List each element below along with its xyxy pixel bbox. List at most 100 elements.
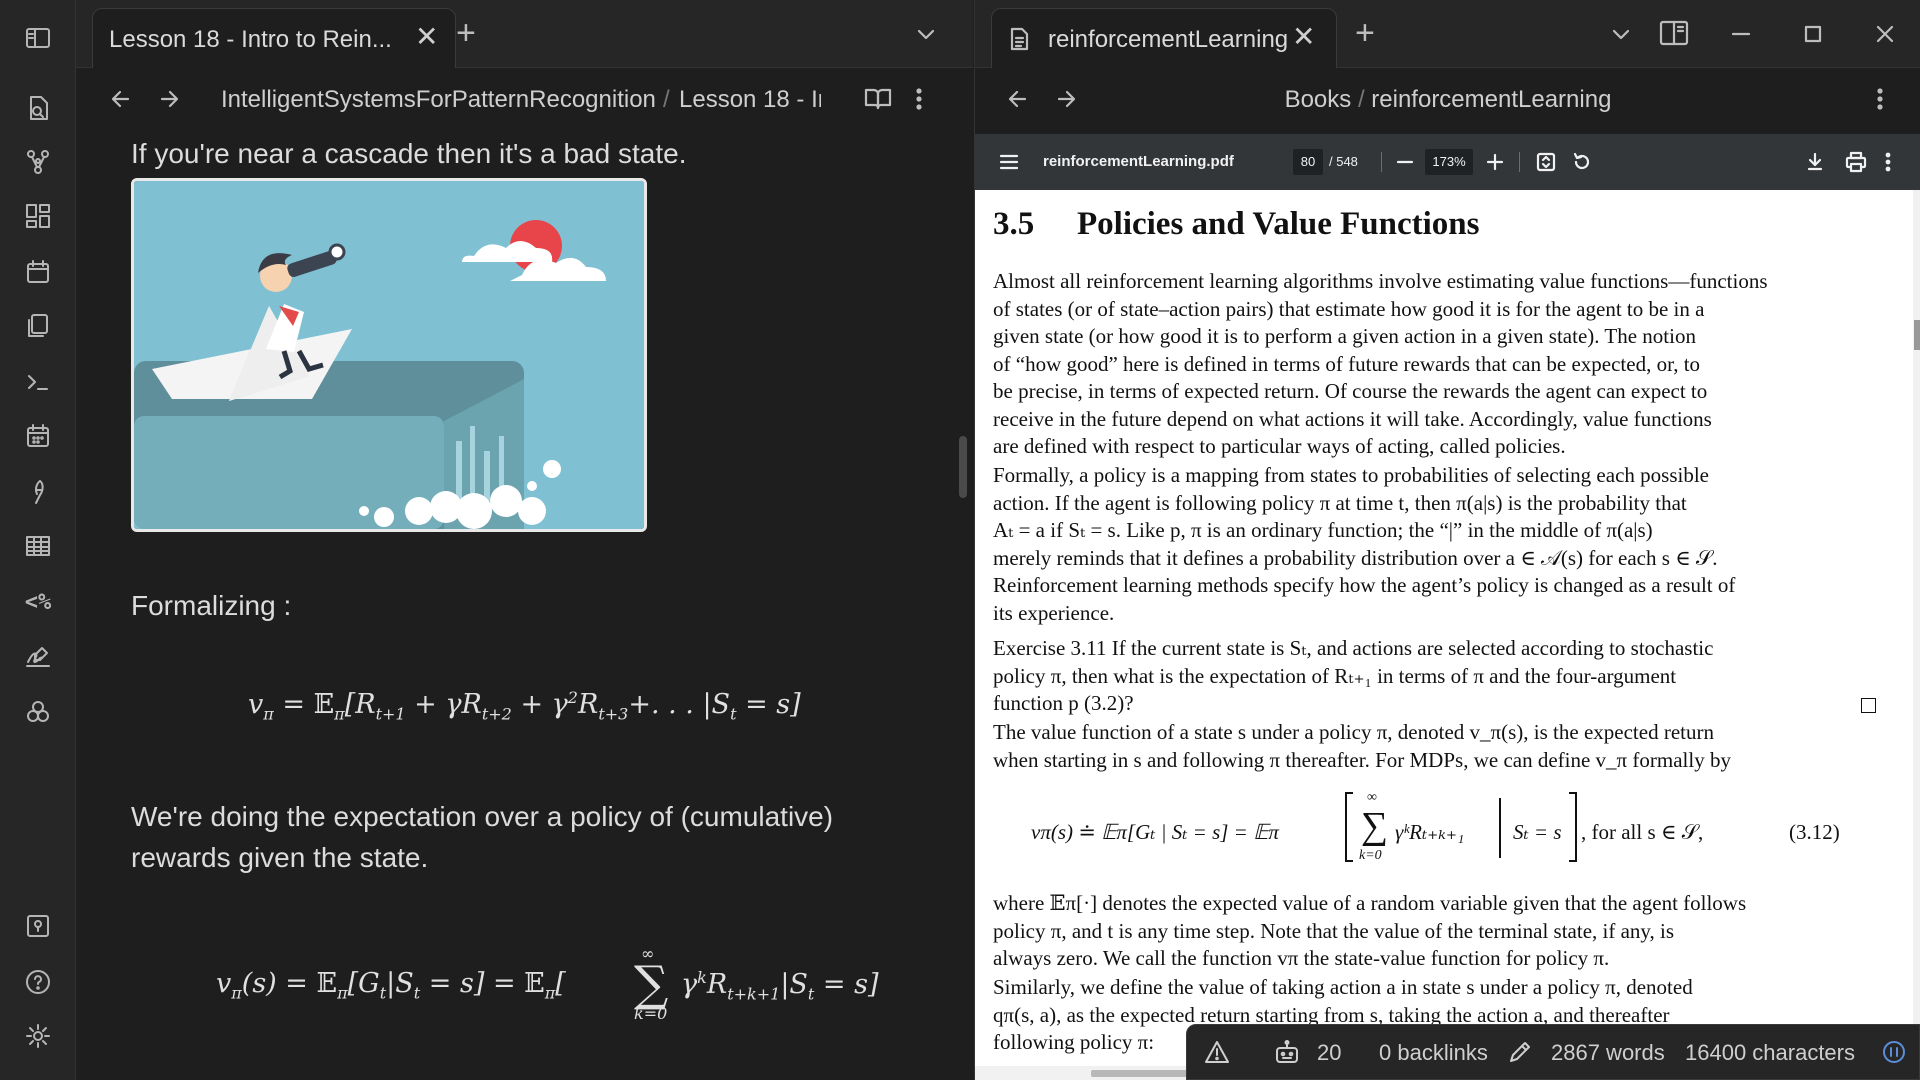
page-line: action. If the agent is following policy… xyxy=(993,490,1687,515)
pencil-icon[interactable] xyxy=(1507,1039,1533,1070)
sum-body: γᵏRₜ₊ₖ₊₁ xyxy=(1395,820,1465,844)
section-number: 3.5 xyxy=(993,206,1035,242)
page-line: given state (or how good it is to perfor… xyxy=(993,324,1696,348)
page-line: Almost all reinforcement learning algori… xyxy=(993,269,1768,293)
page-total: / 548 xyxy=(1329,154,1358,169)
pause-sync-icon[interactable] xyxy=(1881,1039,1907,1070)
tab-title: Lesson 18 - Intro to Rein... xyxy=(109,26,392,53)
more-options-icon[interactable] xyxy=(914,86,924,112)
heading-formalizing: Formalizing : xyxy=(131,590,292,621)
equation-lhs: vπ(s) ≐ 𝔼π[Gₜ | Sₜ = s] = 𝔼π xyxy=(1031,820,1279,844)
template-label: <% xyxy=(24,589,52,615)
breadcrumb-current[interactable]: Lesson 18 - Int xyxy=(679,86,821,114)
page-line: be precise, in terms of expected return.… xyxy=(993,379,1708,403)
sum-upper: ∞ xyxy=(1367,790,1377,805)
breadcrumb-parent[interactable]: IntelligentSystemsForPatternRecognition xyxy=(221,86,656,114)
chevron-down-icon[interactable] xyxy=(1609,22,1633,51)
print-icon[interactable] xyxy=(1845,151,1867,173)
table-icon[interactable] xyxy=(22,530,54,562)
download-icon[interactable] xyxy=(1805,151,1825,173)
calendar-icon[interactable] xyxy=(22,256,54,288)
value-line: The value function of a state s under a … xyxy=(993,720,1714,744)
after-line: always zero. We call the function vπ the… xyxy=(993,946,1610,970)
left-nav-bar: IntelligentSystemsForPatternRecognition … xyxy=(76,68,973,132)
toolbar-divider xyxy=(1381,152,1382,172)
reading-view-book-icon[interactable] xyxy=(864,86,892,112)
formula-value-policy: vπ = 𝔼π[Rt+1 + γRt+2 + γ2Rt+3+. . . |St … xyxy=(248,688,801,724)
settings-icon[interactable] xyxy=(22,1020,54,1052)
page-line: receive in the future depend on what act… xyxy=(993,406,1712,431)
backlinks-count[interactable]: 0 backlinks xyxy=(1379,1040,1488,1066)
canvas-icon[interactable] xyxy=(22,200,54,232)
daily-notes-icon[interactable] xyxy=(22,420,54,452)
conditional-bar xyxy=(1499,798,1501,858)
zoom-in-icon[interactable] xyxy=(1485,151,1505,173)
pdf-more-icon[interactable] xyxy=(1883,151,1893,173)
tab-lesson-18[interactable]: Lesson 18 - Intro to Rein... ✕ xyxy=(92,8,456,68)
page-line: Aₜ = a if Sₜ = s. Like p, π is an ordina… xyxy=(993,518,1653,542)
after-line: following policy π: xyxy=(993,1030,1155,1054)
toolbar-divider xyxy=(1519,152,1520,172)
minimize-icon[interactable] xyxy=(1729,22,1753,51)
pdf-filename: reinforcementLearning.pdf xyxy=(1043,153,1234,170)
right-pane: reinforcementLearning ✕ + Books / reinfo… xyxy=(974,0,1920,1080)
end-of-exercise-box xyxy=(1861,698,1876,713)
character-count: 16400 characters xyxy=(1685,1040,1855,1065)
close-icon[interactable]: ✕ xyxy=(1292,23,1315,51)
sum-lower: k=0 xyxy=(1359,848,1382,863)
exercise-line: policy π, then what is the expectation o… xyxy=(993,663,1677,688)
left-scrollbar-thumb[interactable] xyxy=(959,436,967,498)
rotate-icon[interactable] xyxy=(1571,151,1593,173)
page-line: are defined with respect to particular w… xyxy=(993,434,1566,458)
breadcrumb-current[interactable]: reinforcementLearning xyxy=(1371,86,1611,113)
zoom-level-input[interactable]: 173% xyxy=(1425,149,1473,175)
maximize-icon[interactable] xyxy=(1801,22,1825,51)
forward-arrow-icon[interactable] xyxy=(156,86,182,112)
feather-icon[interactable] xyxy=(22,476,54,508)
section-title: Policies and Value Functions xyxy=(1077,206,1480,242)
left-ribbon: <% xyxy=(0,0,76,1080)
fit-page-icon[interactable] xyxy=(1535,151,1557,173)
signature-icon[interactable] xyxy=(22,640,54,672)
robot-icon[interactable] xyxy=(1273,1039,1301,1070)
after-line: policy π, and t is any time step. Note t… xyxy=(993,918,1675,943)
warning-icon[interactable] xyxy=(1203,1039,1231,1070)
close-icon[interactable]: ✕ xyxy=(415,23,438,51)
equation-number: (3.12) xyxy=(1789,820,1840,844)
more-options-icon[interactable] xyxy=(1875,86,1885,112)
chevron-down-icon[interactable] xyxy=(914,22,938,51)
pdf-menu-icon[interactable] xyxy=(999,151,1019,173)
new-tab-plus-icon[interactable]: + xyxy=(456,16,476,50)
sidebar-toggle-icon[interactable] xyxy=(22,22,54,54)
back-arrow-icon[interactable] xyxy=(108,86,134,112)
bracket-right xyxy=(1569,792,1577,862)
split-view-icon[interactable] xyxy=(1659,19,1689,52)
window-close-icon[interactable] xyxy=(1873,22,1897,51)
pdf-vertical-scroll-thumb[interactable] xyxy=(1914,320,1920,350)
graph-view-icon[interactable] xyxy=(22,146,54,178)
new-tab-plus-icon[interactable]: + xyxy=(1355,16,1375,50)
zoom-out-icon[interactable] xyxy=(1395,151,1415,173)
template-icon[interactable]: <% xyxy=(22,586,54,618)
left-pane: Lesson 18 - Intro to Rein... ✕ + Intelli… xyxy=(76,0,973,1080)
breadcrumb-parent[interactable]: Books xyxy=(1285,86,1352,113)
pdf-horizontal-scroll-thumb[interactable] xyxy=(1091,1070,1191,1077)
open-file-icon[interactable] xyxy=(22,92,54,124)
help-icon[interactable] xyxy=(22,966,54,998)
page-line: of “how good” here is defined in terms o… xyxy=(993,351,1701,376)
page-line: Reinforcement learning methods specify h… xyxy=(993,573,1736,597)
pdf-file-icon xyxy=(1008,27,1030,51)
page-number-input[interactable]: 80 xyxy=(1293,149,1323,175)
tab-reinforcement-learning[interactable]: reinforcementLearning ✕ xyxy=(991,8,1337,68)
cascade-illustration xyxy=(131,178,647,532)
pdf-toolbar: reinforcementLearning.pdf 80 / 548 173% xyxy=(975,134,1920,190)
exercise-line: function p (3.2)? xyxy=(993,691,1134,715)
page-line: of states (or of state–action pairs) tha… xyxy=(993,296,1705,321)
vault-icon[interactable] xyxy=(22,910,54,942)
copy-icon[interactable] xyxy=(22,310,54,342)
terminal-icon[interactable] xyxy=(22,366,54,398)
left-tab-bar: Lesson 18 - Intro to Rein... ✕ + xyxy=(76,0,973,68)
status-bar: 20 0 backlinks 2867 words 16400 characte… xyxy=(1186,1024,1920,1080)
hexagon-plugin-icon[interactable] xyxy=(22,696,54,728)
status-count: 20 xyxy=(1317,1040,1342,1065)
